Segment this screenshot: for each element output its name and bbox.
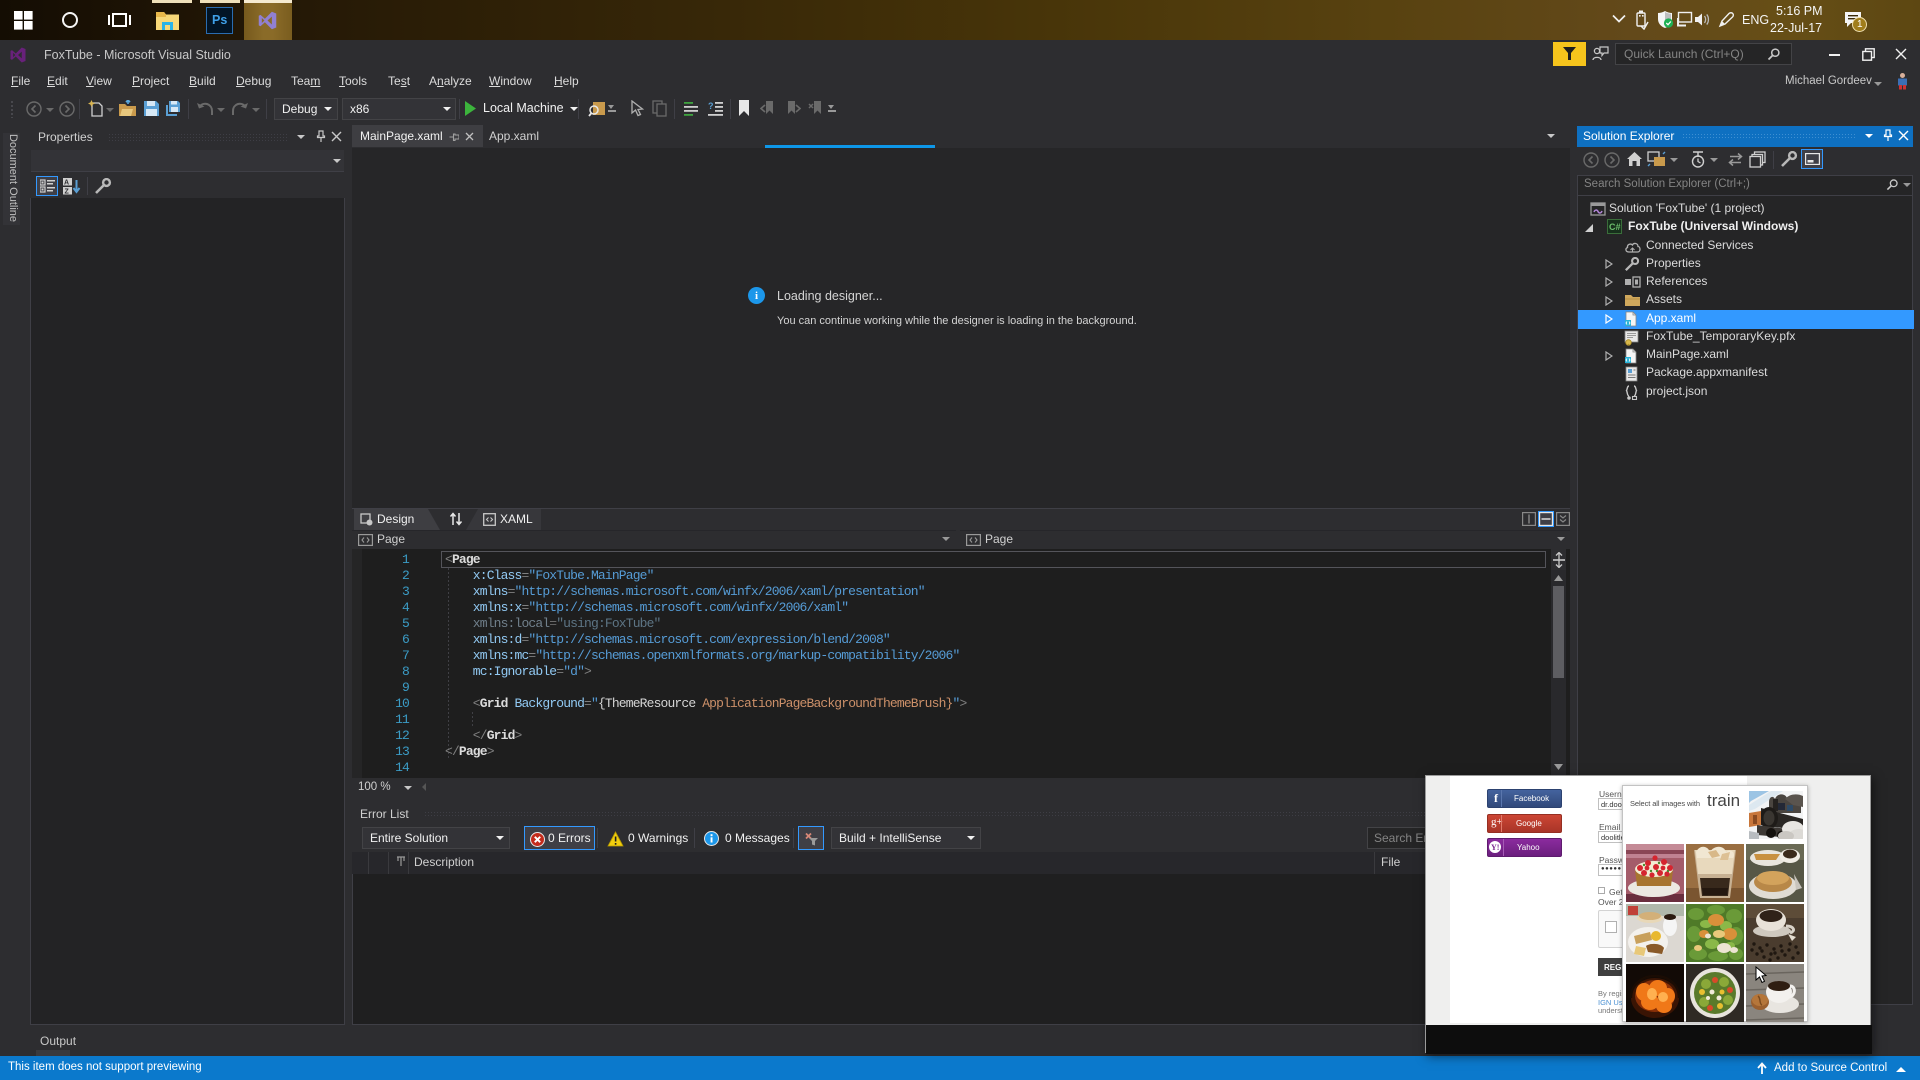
svg-text:A: A	[64, 180, 69, 187]
svg-text:?: ?	[708, 101, 714, 111]
svg-text:Z: Z	[65, 189, 70, 196]
